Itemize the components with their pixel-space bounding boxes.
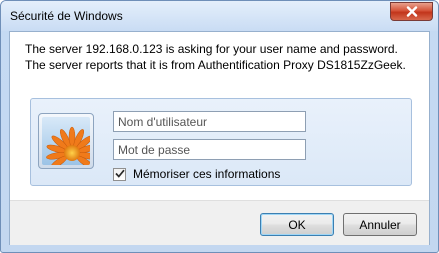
server-message: The server 192.168.0.123 is asking for y…	[25, 42, 406, 72]
close-icon	[406, 6, 418, 17]
button-bar: OK Annuler	[10, 200, 429, 245]
ok-button[interactable]: OK	[260, 213, 334, 236]
password-input[interactable]	[113, 139, 306, 160]
window-title: Sécurité de Windows	[10, 9, 123, 23]
user-tile-frame	[38, 113, 94, 169]
username-input[interactable]	[113, 111, 306, 132]
remember-label: Mémoriser ces informations	[133, 167, 281, 181]
remember-checkbox[interactable]	[113, 167, 126, 181]
dialog-content: The server 192.168.0.123 is asking for y…	[9, 31, 430, 245]
title-bar[interactable]: Sécurité de Windows	[1, 1, 438, 31]
checkmark-icon	[114, 167, 125, 181]
cancel-button[interactable]: Annuler	[343, 213, 417, 236]
security-dialog: Sécurité de Windows The server 192.168.0…	[0, 0, 439, 253]
remember-option[interactable]: Mémoriser ces informations	[113, 167, 280, 181]
close-button[interactable]	[390, 2, 433, 21]
credential-tile: Mémoriser ces informations	[30, 98, 412, 186]
flower-user-tile-icon	[42, 117, 90, 165]
